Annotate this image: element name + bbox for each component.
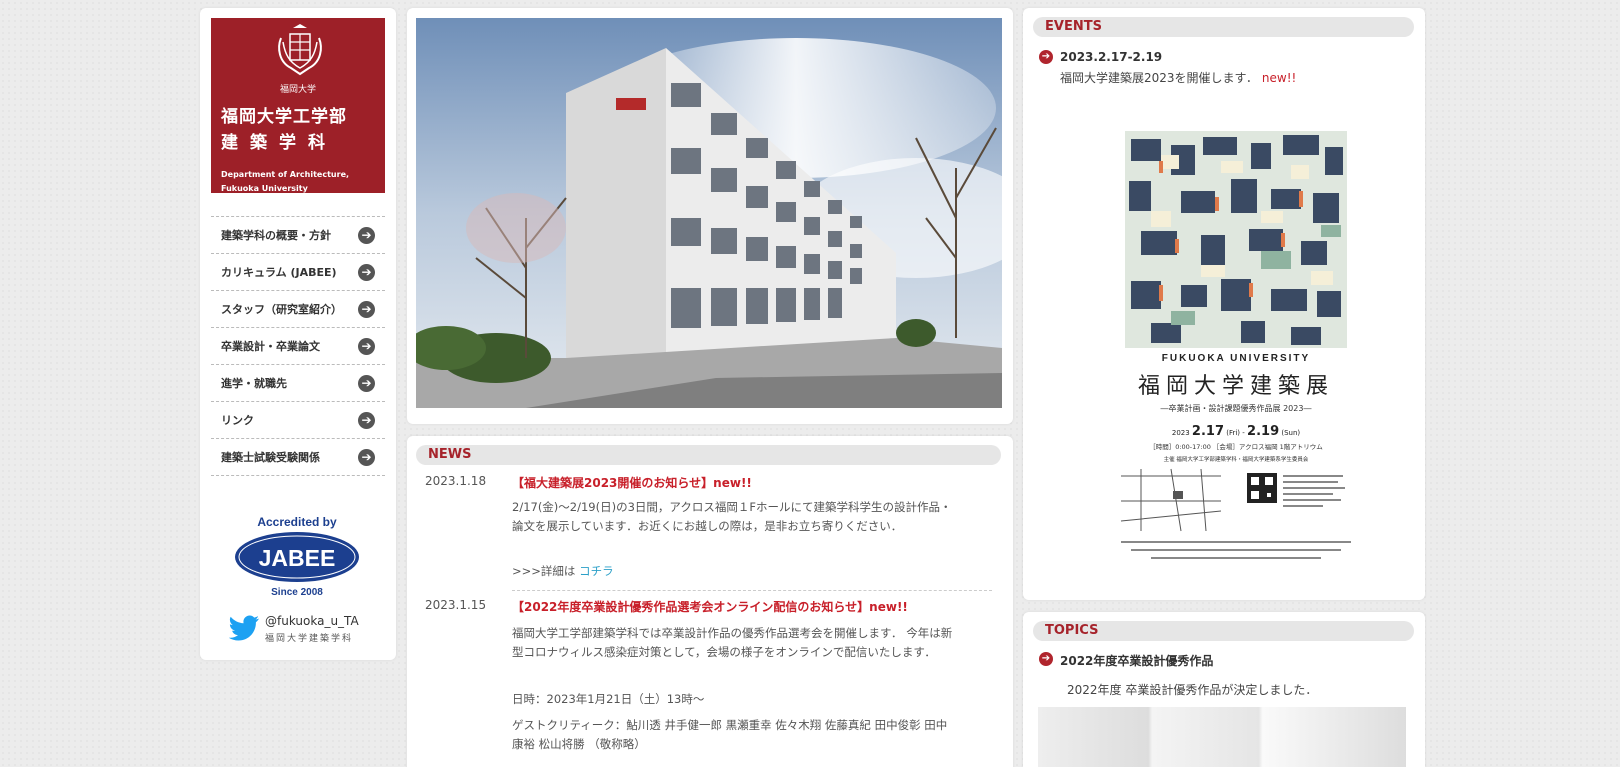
menu-item-curriculum[interactable]: カリキュラム (JABEE) ➔: [211, 254, 385, 291]
arrow-right-icon: ➔: [358, 338, 375, 355]
hero-panel: [407, 8, 1013, 424]
poster-start-date: 2.17: [1192, 424, 1224, 439]
poster-year: 2023: [1172, 429, 1190, 437]
news-body-line: 型コロナウィルス感染症対策として，会場の様子をオンラインで配信いたします．: [512, 645, 936, 659]
news-title-link[interactable]: 【福大建築展2023開催のお知らせ】new!!: [512, 474, 752, 491]
menu-item-label: リンク: [221, 414, 254, 427]
poster-organizer-text: 主催 福岡大学工学部建築学科・福岡大学建築系学生委員会: [1164, 455, 1309, 463]
topic-thumbnail-image[interactable]: [1038, 707, 1406, 767]
news-date: 2023.1.18: [425, 474, 487, 488]
topics-heading: TOPICS: [1033, 621, 1414, 641]
poster-start-day: (Fri): [1226, 429, 1240, 437]
main-menu: 建築学科の概要・方針 ➔ カリキュラム (JABEE) ➔ スタッフ（研究室紹介…: [211, 216, 385, 476]
jabee-accredited-text: Accredited by: [257, 515, 337, 529]
menu-item-architect-exam[interactable]: 建築士試験受験関係 ➔: [211, 439, 385, 476]
menu-item-label: スタッフ（研究室紹介）: [221, 303, 342, 316]
menu-item-label: 進学・就職先: [221, 377, 287, 390]
news-panel: NEWS 2023.1.18 【福大建築展2023開催のお知らせ】new!! 2…: [407, 436, 1013, 767]
event-description: 福岡大学建築展2023を開催します．: [1060, 71, 1259, 85]
news-title-text: 【福大建築展2023開催のお知らせ】: [512, 476, 714, 490]
poster-dates: 2023 2.17 (Fri) - 2.19 (Sun): [1172, 424, 1301, 439]
news-body: 福岡大学工学部建築学科では卒業設計作品の優秀作品選考会を開催します． 今年は新 …: [512, 624, 987, 662]
twitter-sub-label: 福岡大学建築学科: [265, 634, 354, 644]
event-text[interactable]: 福岡大学建築展2023を開催します． new!!: [1060, 69, 1296, 86]
topic-text: 2022年度 卒業設計優秀作品が決定しました．: [1067, 683, 1318, 697]
logo-english-line2: Fukuoka University: [221, 184, 308, 193]
poster-end-day: (Sun): [1281, 429, 1300, 437]
menu-item-label: カリキュラム (JABEE): [221, 266, 337, 279]
news-title-link[interactable]: 【2022年度卒業設計優秀作品選考会オンライン配信のお知らせ】new!!: [512, 598, 908, 615]
department-logo[interactable]: 福岡大学 福岡大学工学部 建築学科 Department of Architec…: [211, 18, 385, 193]
exhibition-poster[interactable]: FUKUOKA UNIVERSITY 福岡大学建築展 ―卒業計画・設計課題優秀作…: [1111, 131, 1361, 571]
logo-university-name: 福岡大学: [279, 85, 316, 95]
logo-title-line2: 建築学科: [221, 133, 337, 153]
news-body-line: 康裕 松山将勝 （敬称略）: [512, 737, 646, 751]
arrow-right-circle-icon: ➔: [1039, 50, 1053, 64]
events-heading: EVENTS: [1033, 17, 1414, 37]
news-more-label: >>>詳細は: [512, 564, 576, 578]
arrow-right-icon: ➔: [358, 412, 375, 429]
news-datetime: 日時：2023年1月21日（土）13時〜: [512, 692, 705, 706]
news-body-line: 2/17(金)〜2/19(日)の3日間，アクロス福岡１Fホールにて建築学科学生の…: [512, 500, 952, 514]
news-date: 2023.1.15: [425, 598, 487, 612]
arrow-right-icon: ➔: [358, 264, 375, 281]
logo-english-line1: Department of Architecture,: [221, 170, 350, 179]
menu-item-links[interactable]: リンク ➔: [211, 402, 385, 439]
news-more: >>>詳細は コチラ: [512, 562, 987, 581]
poster-date-separator: -: [1242, 429, 1245, 437]
menu-item-label: 建築士試験受験関係: [221, 451, 320, 464]
university-crest-icon: [278, 24, 322, 76]
news-body-line: 福岡大学工学部建築学科では卒業設計作品の優秀作品選考会を開催します． 今年は新: [512, 626, 953, 640]
arrow-right-icon: ➔: [358, 301, 375, 318]
menu-item-label: 建築学科の概要・方針: [221, 229, 331, 242]
left-sidebar: 福岡大学 福岡大学工学部 建築学科 Department of Architec…: [200, 8, 396, 660]
news-separator: [512, 590, 992, 591]
event-date: 2023.2.17-2.19: [1060, 50, 1163, 64]
news-title-text: 【2022年度卒業設計優秀作品選考会オンライン配信のお知らせ】: [512, 600, 870, 614]
twitter-bird-icon: [229, 615, 259, 641]
menu-item-overview[interactable]: 建築学科の概要・方針 ➔: [211, 217, 385, 254]
menu-item-staff[interactable]: スタッフ（研究室紹介） ➔: [211, 291, 385, 328]
arrow-right-icon: ➔: [358, 449, 375, 466]
menu-item-label: 卒業設計・卒業論文: [221, 340, 320, 353]
arrow-right-icon: ➔: [358, 375, 375, 392]
menu-item-careers[interactable]: 進学・就職先 ➔: [211, 365, 385, 402]
jabee-name-text: JABEE: [259, 545, 336, 571]
news-heading: NEWS: [416, 445, 1001, 465]
jabee-badge[interactable]: Accredited by JABEE Since 2008: [232, 513, 362, 599]
events-panel: EVENTS ➔ 2023.2.17-2.19 福岡大学建築展2023を開催しま…: [1023, 8, 1425, 600]
new-badge: new!!: [713, 476, 752, 490]
arrow-right-circle-icon: ➔: [1039, 652, 1053, 666]
news-body-line: ゲストクリティーク：鮎川透 井手健一郎 黒瀬重幸 佐々木翔 佐藤真紀 田中俊彰 …: [512, 718, 948, 732]
twitter-link[interactable]: @fukuoka_u_TA 福岡大学建築学科: [229, 613, 379, 645]
news-guests: ゲストクリティーク：鮎川透 井手健一郎 黒瀬重幸 佐々木翔 佐藤真紀 田中俊彰 …: [512, 716, 987, 754]
news-body: 2/17(金)〜2/19(日)の3日間，アクロス福岡１Fホールにて建築学科学生の…: [512, 498, 987, 536]
jabee-since-text: Since 2008: [271, 587, 323, 598]
poster-title-text: 福岡大学建築展: [1138, 374, 1334, 399]
poster-university-text: FUKUOKA UNIVERSITY: [1162, 353, 1310, 364]
news-body-line: 論文を展示しています．お近くにお越しの際は，是非お立ち寄りください．: [512, 519, 903, 533]
poster-subtitle-text: ―卒業計画・設計課題優秀作品展 2023―: [1161, 403, 1312, 413]
arrow-right-icon: ➔: [358, 227, 375, 244]
new-badge: new!!: [1261, 71, 1297, 85]
menu-item-graduation-works[interactable]: 卒業設計・卒業論文 ➔: [211, 328, 385, 365]
topic-title-link[interactable]: 2022年度卒業設計優秀作品: [1060, 652, 1213, 669]
hero-building-photo: [416, 18, 1002, 408]
twitter-handle: @fukuoka_u_TA: [265, 614, 359, 628]
new-badge: new!!: [869, 600, 908, 614]
topics-panel: TOPICS ➔ 2022年度卒業設計優秀作品 2022年度 卒業設計優秀作品が…: [1023, 612, 1425, 767]
news-detail-link[interactable]: コチラ: [579, 564, 614, 578]
logo-title-line1: 福岡大学工学部: [221, 107, 347, 127]
poster-end-date: 2.19: [1247, 424, 1279, 439]
poster-venue-text: ［時間］0:00-17:00 ［会場］アクロス福岡 1階アトリウム: [1149, 442, 1323, 451]
